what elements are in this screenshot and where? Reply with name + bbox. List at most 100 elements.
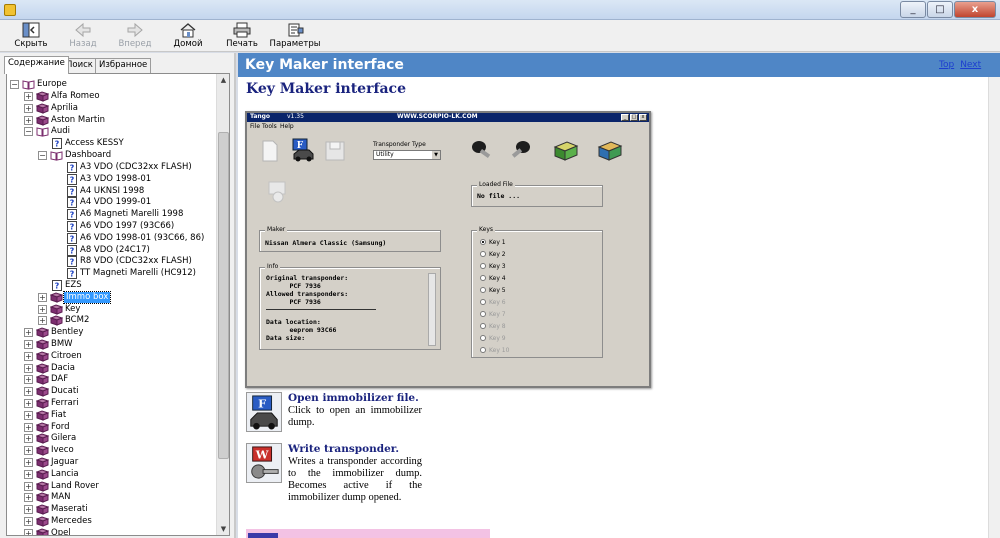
topic-scrollbar[interactable] <box>988 77 1000 538</box>
expand-icon[interactable]: + <box>24 529 33 535</box>
tab-favorites[interactable]: Избранное <box>95 58 152 73</box>
expand-icon[interactable]: + <box>24 470 33 479</box>
book-green-icon[interactable] <box>553 139 579 163</box>
feature-title: Open immobilizer file. <box>288 392 419 404</box>
menu-tools[interactable]: Tools <box>262 123 277 130</box>
key-radio-2[interactable]: Key 2 <box>480 251 506 258</box>
loaded-file-group: Loaded File No file ... <box>471 181 603 207</box>
collapse-icon[interactable]: − <box>10 80 19 89</box>
home-button[interactable]: Домой <box>163 22 213 50</box>
app-maximize-button[interactable]: □ <box>630 114 638 121</box>
collapse-icon[interactable]: − <box>24 127 33 136</box>
minimize-button[interactable]: _ <box>900 1 926 18</box>
write-key-icon[interactable] <box>509 137 535 163</box>
expand-icon[interactable]: + <box>24 505 33 514</box>
menu-file[interactable]: File <box>250 123 260 130</box>
help-page-icon: ? <box>67 174 77 185</box>
book-icon <box>36 469 49 480</box>
expand-icon[interactable]: + <box>24 458 33 467</box>
books-icon[interactable] <box>597 139 623 163</box>
svg-text:?: ? <box>70 188 75 197</box>
scroll-thumb[interactable] <box>218 132 229 459</box>
options-button[interactable]: Параметры <box>268 22 322 50</box>
expand-icon[interactable]: + <box>24 328 33 337</box>
expand-icon[interactable]: + <box>24 411 33 420</box>
expand-icon[interactable]: + <box>24 375 33 384</box>
expand-icon[interactable]: + <box>24 92 33 101</box>
hide-icon <box>22 22 40 38</box>
svg-text:?: ? <box>55 140 60 149</box>
scroll-up-icon[interactable]: ▲ <box>218 74 229 86</box>
key-radio-8: Key 8 <box>480 323 506 330</box>
app-icon <box>4 4 16 16</box>
expand-icon[interactable]: + <box>24 364 33 373</box>
topic-header: Key Maker interface Top Next <box>238 53 1000 77</box>
info-scrollbar[interactable] <box>428 273 436 346</box>
open-book-icon <box>50 151 63 161</box>
book-icon <box>50 292 63 303</box>
app-minimize-button[interactable]: _ <box>621 114 629 121</box>
back-button[interactable]: Назад <box>58 22 108 50</box>
help-page-icon: ? <box>67 186 77 197</box>
expand-icon[interactable]: + <box>38 316 47 325</box>
help-page-icon: ? <box>67 245 77 256</box>
open-immo-file-icon: F <box>246 392 282 432</box>
key-radio-5[interactable]: Key 5 <box>480 287 506 294</box>
info-divider <box>266 309 376 310</box>
next-section-header <box>246 529 490 538</box>
new-file-icon[interactable] <box>261 140 279 162</box>
read-key-icon[interactable] <box>469 137 495 163</box>
expand-icon[interactable]: + <box>24 446 33 455</box>
book-icon <box>36 103 49 114</box>
open-immo-file-icon[interactable]: F <box>291 138 315 162</box>
svg-text:?: ? <box>70 247 75 256</box>
scroll-down-icon[interactable]: ▼ <box>218 523 229 535</box>
hide-button[interactable]: Скрыть <box>6 22 56 50</box>
menu-help[interactable]: Help <box>280 123 294 130</box>
options-icon <box>288 23 304 37</box>
expand-icon[interactable]: + <box>24 399 33 408</box>
print-button[interactable]: Печать <box>217 22 267 50</box>
expand-icon[interactable]: + <box>24 482 33 491</box>
help-page-icon: ? <box>67 162 77 173</box>
transponder-type-select[interactable]: Utility ▼ <box>373 150 441 160</box>
maker-group: Maker Nissan Almera Classic (Samsung) <box>259 226 441 252</box>
title-bar: _ □ x <box>0 0 1000 20</box>
forward-button[interactable]: Вперед <box>110 22 160 50</box>
expand-icon[interactable]: + <box>24 434 33 443</box>
home-icon <box>180 23 196 38</box>
expand-icon[interactable]: + <box>24 340 33 349</box>
next-link[interactable]: Next <box>960 60 981 70</box>
key-radio-4[interactable]: Key 4 <box>480 275 506 282</box>
svg-text:?: ? <box>70 270 75 279</box>
expand-icon[interactable]: + <box>38 305 47 314</box>
expand-icon[interactable]: + <box>24 104 33 113</box>
expand-icon[interactable]: + <box>24 423 33 432</box>
book-icon <box>36 481 49 492</box>
keys-group: Keys Key 1 Key 2 Key 3 Key 4 Key 5 Key 6… <box>471 226 603 358</box>
expand-icon[interactable]: + <box>24 352 33 361</box>
topic-pane: Key Maker interface Top Next Key Maker in… <box>238 53 1000 538</box>
key-radio-1[interactable]: Key 1 <box>480 239 506 246</box>
open-book-icon <box>36 127 49 137</box>
book-icon <box>36 528 49 535</box>
write-transponder-disabled-icon[interactable] <box>267 180 289 204</box>
collapse-icon[interactable]: − <box>38 151 47 160</box>
expand-icon[interactable]: + <box>24 116 33 125</box>
tree-scrollbar[interactable]: ▲ ▼ <box>216 74 229 535</box>
expand-icon[interactable]: + <box>38 293 47 302</box>
book-icon <box>36 351 49 362</box>
save-icon[interactable] <box>325 140 345 162</box>
tab-contents[interactable]: Содержание <box>4 56 69 74</box>
app-menu-bar: File Tools Help <box>247 122 649 131</box>
app-close-button[interactable]: x <box>639 114 647 121</box>
key-radio-3[interactable]: Key 3 <box>480 263 506 270</box>
expand-icon[interactable]: + <box>24 517 33 526</box>
maximize-button[interactable]: □ <box>927 1 953 18</box>
book-icon <box>36 504 49 515</box>
close-button[interactable]: x <box>954 1 996 18</box>
top-link[interactable]: Top <box>939 60 954 70</box>
expand-icon[interactable]: + <box>24 493 33 502</box>
key-radio-10: Key 10 <box>480 347 509 354</box>
expand-icon[interactable]: + <box>24 387 33 396</box>
